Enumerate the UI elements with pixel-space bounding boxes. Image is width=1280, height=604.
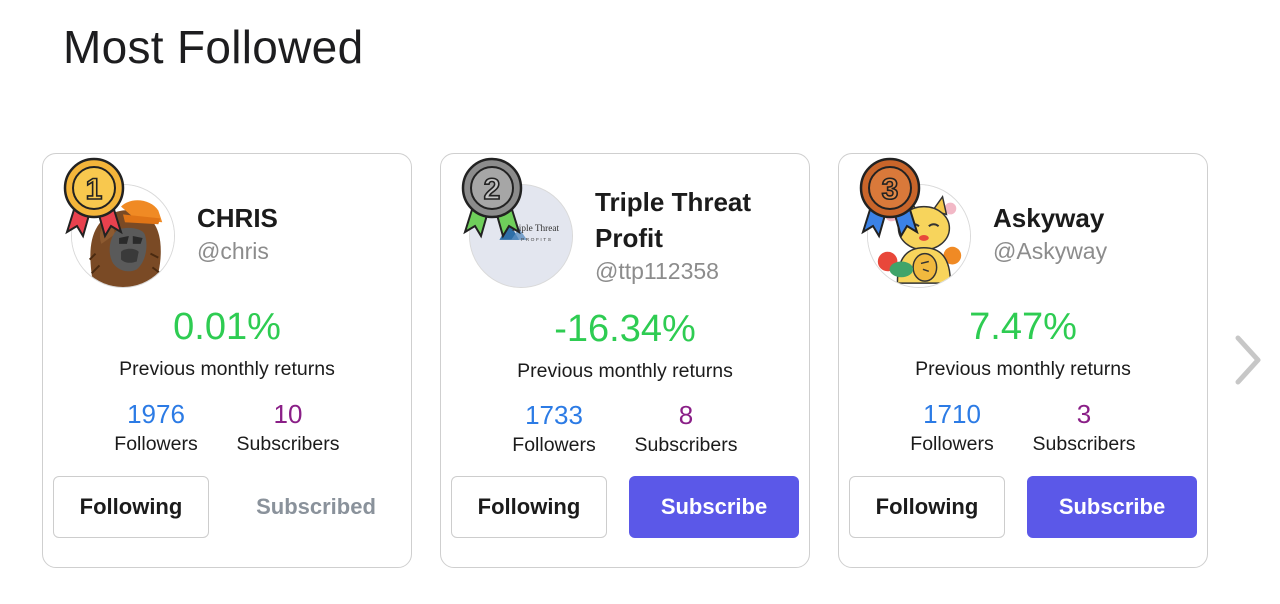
following-button[interactable]: Following [53,476,209,538]
followers-count: 1733 [525,400,583,430]
subscribers-stat: 8 Subscribers [621,399,751,458]
svg-text:1: 1 [86,173,103,206]
followers-stat: 1976 Followers [101,398,211,457]
trader-name[interactable]: Triple Threat Profit [595,184,785,256]
trader-handle: @ttp112358 [595,258,719,284]
followers-label: Followers [512,434,596,456]
following-button[interactable]: Following [849,476,1005,538]
page-title: Most Followed [63,21,364,73]
followers-label: Followers [910,433,994,455]
monthly-return-value: 0.01% [173,306,281,348]
subscribers-count: 3 [1076,399,1092,429]
monthly-return-value: -16.34% [554,308,696,350]
svg-text:3: 3 [882,173,899,206]
monthly-return-value: 7.47% [969,306,1077,348]
followers-count: 1976 [127,399,185,429]
trader-card-askyway[interactable]: 3 Askyway @Askyway 7.47% Previous monthl… [838,153,1208,568]
subscribers-stat: 3 Subscribers [1019,398,1149,457]
monthly-return-label: Previous monthly returns [517,360,733,382]
trader-handle: @chris [197,238,269,264]
svg-text:2: 2 [484,173,501,206]
svg-text:PROFITS: PROFITS [521,237,553,243]
monthly-return-label: Previous monthly returns [915,358,1131,380]
subscribe-button[interactable]: Subscribe [629,476,799,538]
trader-handle: @Askyway [993,238,1108,264]
subscribers-label: Subscribers [634,434,738,456]
subscribers-count: 10 [273,399,303,429]
followers-stat: 1733 Followers [499,399,609,458]
followers-label: Followers [114,433,198,455]
trader-card-chris[interactable]: 1 CHRIS @chris 0.01% Previous monthly re… [42,153,412,568]
followers-stat: 1710 Followers [897,398,1007,457]
silver-medal-icon: 2 [461,157,523,239]
subscribers-stat: 10 Subscribers [223,398,353,457]
gold-medal-icon: 1 [63,157,125,239]
followers-count: 1710 [923,399,981,429]
subscribers-label: Subscribers [236,433,340,455]
bronze-medal-icon: 3 [859,157,921,239]
monthly-return-label: Previous monthly returns [119,358,335,380]
chevron-right-icon[interactable] [1228,330,1268,390]
trader-name[interactable]: CHRIS [197,200,278,236]
subscribers-count: 8 [678,400,694,430]
subscribe-button[interactable]: Subscribe [1027,476,1197,538]
trader-name[interactable]: Askyway [993,200,1104,236]
subscribers-label: Subscribers [1032,433,1136,455]
following-button[interactable]: Following [451,476,607,538]
trader-card-triple-threat-profit[interactable]: Triple Threat PROFITS 2 Triple Threat Pr… [440,153,810,568]
subscribed-button[interactable]: Subscribed [231,476,401,538]
